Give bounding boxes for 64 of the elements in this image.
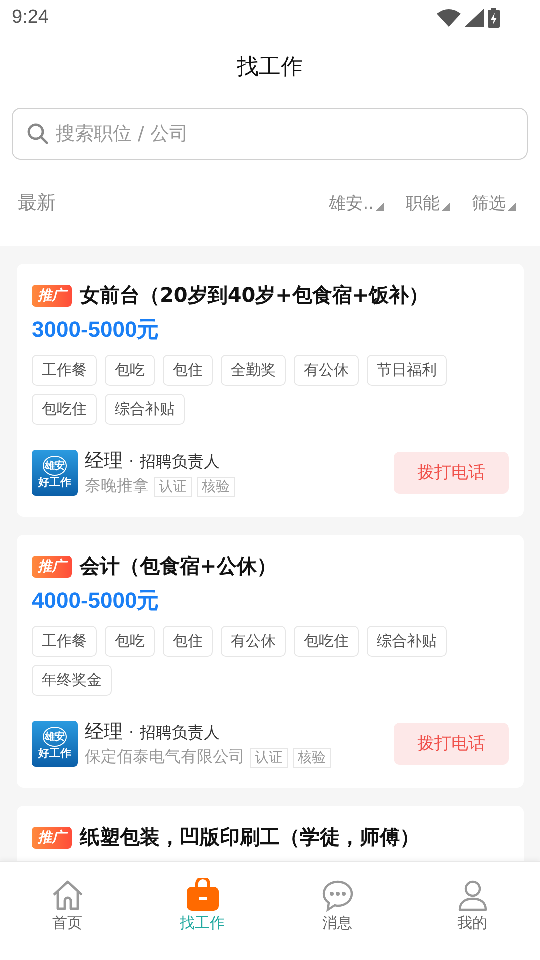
nav-tab[interactable]: 找工作 — [135, 862, 270, 960]
benefit-tag: 包吃住 — [294, 626, 359, 657]
benefit-tag: 节日福利 — [367, 355, 447, 386]
caret-icon — [376, 202, 384, 210]
job-card[interactable]: 推广 女前台（20岁到40岁+包食宿+饭补） 3000-5000元 工作餐 包吃 包住 全勤奖 有公休 节日福利 包吃住 综合补贴 雄安 好工作 经理 · 招聘负责人 奈晚推拿 认证 核验 拨打电话 — [17, 264, 524, 517]
verified-tag: 核验 — [293, 748, 331, 768]
benefit-tag: 包吃 — [105, 355, 155, 386]
filter-dropdown[interactable]: 筛选 — [472, 192, 516, 214]
briefcase-icon — [186, 878, 220, 912]
call-button[interactable]: 拨打电话 — [394, 722, 509, 764]
company-name: 奈晚推拿 — [85, 476, 149, 497]
separator-dot: · — [129, 452, 134, 471]
contact-name: 经理 — [85, 449, 123, 474]
benefit-tag: 有公休 — [294, 355, 359, 386]
search-field[interactable]: 搜索职位 / 公司 — [12, 108, 528, 160]
filter-dropdown[interactable]: 职能 — [406, 192, 450, 214]
promo-badge: 推广 — [32, 284, 72, 306]
page-title: 找工作 — [237, 55, 303, 80]
benefit-tag: 包吃 — [105, 626, 155, 657]
benefit-tag: 综合补贴 — [105, 394, 185, 425]
company-name: 保定佰泰电气有限公司 — [85, 747, 245, 768]
call-button[interactable]: 拨打电话 — [394, 452, 509, 494]
job-title[interactable]: 会计（包食宿+公休） — [80, 553, 277, 580]
verified-tag: 认证 — [250, 748, 288, 768]
separator-dot: · — [129, 723, 134, 742]
contact-role: 招聘负责人 — [140, 723, 220, 744]
benefit-tag: 有公休 — [221, 626, 286, 657]
chat-icon — [322, 880, 354, 912]
caret-icon — [442, 202, 450, 210]
salary: 4000-5000元 — [32, 587, 160, 615]
verified-tag: 认证 — [154, 476, 192, 496]
job-card[interactable]: 推广 会计（包食宿+公休） 4000-5000元 工作餐 包吃 包住 有公休 包吃住 综合补贴 年终奖金 雄安 好工作 经理 · 招聘负责人 保定佰泰电气有限公司 认证 核验 拨打电话 — [17, 535, 524, 788]
benefit-tag: 包住 — [163, 355, 213, 386]
benefit-tag: 包吃住 — [32, 394, 97, 425]
job-card[interactable]: 推广 纸塑包装，凹版印刷工（学徒，师傅） — [17, 806, 524, 861]
search-icon — [27, 123, 49, 145]
benefit-tag: 综合补贴 — [367, 626, 447, 657]
job-title[interactable]: 纸塑包装，凹版印刷工（学徒，师傅） — [80, 824, 420, 851]
company-logo: 雄安 好工作 — [32, 450, 78, 496]
battery-icon — [488, 8, 500, 28]
status-time: 9:24 — [12, 7, 49, 29]
nav-tab[interactable]: 我的 — [405, 862, 540, 960]
promo-badge: 推广 — [32, 826, 72, 848]
salary: 3000-5000元 — [32, 316, 160, 344]
verified-tag: 核验 — [197, 476, 235, 496]
nav-tab[interactable]: 首页 — [0, 862, 135, 960]
benefit-tag: 年终奖金 — [32, 665, 112, 696]
caret-icon — [508, 202, 516, 210]
contact-role: 招聘负责人 — [140, 452, 220, 473]
job-title[interactable]: 女前台（20岁到40岁+包食宿+饭补） — [80, 282, 430, 309]
benefit-tag: 工作餐 — [32, 626, 97, 657]
nav-tab[interactable]: 消息 — [270, 862, 405, 960]
benefit-tag: 工作餐 — [32, 355, 97, 386]
filter-dropdown[interactable]: 雄安.. — [329, 192, 384, 214]
person-icon — [458, 880, 488, 912]
contact-name: 经理 — [85, 720, 123, 745]
company-logo: 雄安 好工作 — [32, 720, 78, 766]
signal-icon — [465, 9, 484, 27]
benefit-tag: 全勤奖 — [221, 355, 286, 386]
wifi-icon — [437, 9, 461, 27]
promo-badge: 推广 — [32, 556, 72, 578]
sort-tab[interactable]: 最新 — [18, 190, 308, 216]
benefit-tag: 包住 — [163, 626, 213, 657]
home-icon — [50, 880, 84, 912]
